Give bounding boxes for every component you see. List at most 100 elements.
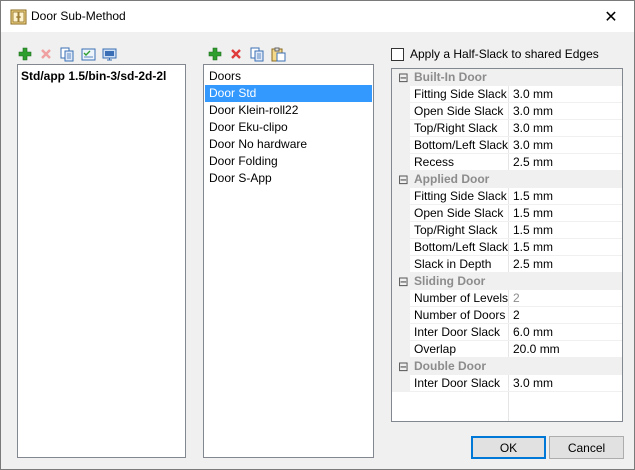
add-door-button[interactable] (207, 46, 223, 62)
property-name: Inter Door Slack (414, 376, 501, 390)
paste-icon (271, 47, 285, 61)
copy-icon (60, 47, 73, 61)
door-list-item[interactable]: Door Std (205, 85, 372, 102)
category-label: Double Door (414, 359, 486, 373)
grid-property-row[interactable]: Inter Door Slack 6.0 mm (392, 324, 622, 341)
half-slack-checkbox-row[interactable]: Apply a Half-Slack to shared Edges (391, 47, 599, 61)
grid-property-row[interactable]: Top/Right Slack 1.5 mm (392, 222, 622, 239)
property-value[interactable]: 3.0 mm (513, 103, 553, 120)
paste-door-button[interactable] (270, 46, 286, 62)
delete-method-button[interactable] (38, 46, 54, 62)
property-value[interactable]: 1.5 mm (513, 205, 553, 222)
grid-property-row[interactable]: Fitting Side Slack 3.0 mm (392, 86, 622, 103)
door-list-item[interactable]: Door Klein-roll22 (205, 102, 372, 119)
door-list-item[interactable]: Door Folding (205, 153, 372, 170)
property-name: Open Side Slack (414, 104, 504, 118)
grid-category: ⊟ Built-In Door (392, 69, 622, 86)
property-value[interactable]: 3.0 mm (513, 375, 553, 392)
collapse-icon[interactable]: ⊟ (398, 172, 409, 189)
door-sub-method-dialog: Door Sub-Method ✕ Std/app 1.5/bin-3/sd-2… (0, 0, 635, 470)
window-title: Door Sub-Method (31, 9, 126, 23)
door-list-item[interactable]: Door S-App (205, 170, 372, 187)
property-value[interactable]: 3.0 mm (513, 86, 553, 103)
add-method-button[interactable] (17, 46, 33, 62)
middle-toolbar (207, 46, 286, 62)
properties-icon (81, 48, 95, 60)
grid-property-row[interactable]: Top/Right Slack 3.0 mm (392, 120, 622, 137)
close-button[interactable]: ✕ (588, 1, 634, 32)
property-value[interactable]: 2.5 mm (513, 154, 553, 171)
delete-icon (41, 49, 51, 59)
property-name: Inter Door Slack (414, 325, 501, 339)
property-grid[interactable]: ⊟ Built-In Door Fitting Side Slack 3.0 mm Op… (391, 68, 623, 422)
property-value[interactable]: 3.0 mm (513, 137, 553, 154)
property-value[interactable]: 1.5 mm (513, 239, 553, 256)
property-name: Fitting Side Slack (414, 87, 507, 101)
grid-category: ⊟ Sliding Door (392, 273, 622, 290)
property-name: Number of Levels (414, 291, 509, 305)
grid-category: ⊟ Applied Door (392, 171, 622, 188)
property-value[interactable]: 6.0 mm (513, 324, 553, 341)
property-name: Recess (414, 155, 455, 169)
properties-button[interactable] (80, 46, 96, 62)
property-value[interactable]: 1.5 mm (513, 188, 553, 205)
property-name: Bottom/Left Slack (414, 240, 509, 254)
app-icon (10, 9, 27, 25)
collapse-icon[interactable]: ⊟ (398, 359, 409, 376)
property-value: 2 (513, 291, 520, 305)
property-value[interactable]: 2 (513, 307, 520, 324)
grid-property-row[interactable]: Number of Levels 2 (392, 290, 622, 307)
property-value[interactable]: 3.0 mm (513, 120, 553, 137)
grid-property-row[interactable]: Number of Doors 2 (392, 307, 622, 324)
close-icon: ✕ (604, 8, 618, 26)
left-toolbar (17, 46, 117, 62)
add-icon (208, 47, 222, 61)
grid-category: ⊟ Double Door (392, 358, 622, 375)
add-icon (18, 47, 32, 61)
property-name: Number of Doors (414, 308, 506, 322)
door-list-item[interactable]: Door Eku-clipo (205, 119, 372, 136)
category-label: Applied Door (414, 172, 490, 186)
half-slack-label: Apply a Half-Slack to shared Edges (410, 47, 599, 61)
grid-property-row[interactable]: Open Side Slack 3.0 mm (392, 103, 622, 120)
door-list-item[interactable]: Doors (205, 68, 372, 85)
monitor-button[interactable] (101, 46, 117, 62)
property-grid-rows: ⊟ Built-In Door Fitting Side Slack 3.0 mm Op… (392, 69, 622, 392)
collapse-icon[interactable]: ⊟ (398, 70, 409, 87)
grid-property-row[interactable]: Bottom/Left Slack 1.5 mm (392, 239, 622, 256)
property-name: Open Side Slack (414, 206, 504, 220)
half-slack-checkbox[interactable] (391, 47, 404, 61)
grid-property-row[interactable]: Recess 2.5 mm (392, 154, 622, 171)
grid-property-row[interactable]: Open Side Slack 1.5 mm (392, 205, 622, 222)
property-name: Top/Right Slack (414, 121, 498, 135)
ok-button[interactable]: OK (471, 436, 546, 459)
grid-property-row[interactable]: Bottom/Left Slack 3.0 mm (392, 137, 622, 154)
grid-property-row[interactable]: Fitting Side Slack 1.5 mm (392, 188, 622, 205)
property-name: Slack in Depth (414, 257, 492, 271)
collapse-icon[interactable]: ⊟ (398, 274, 409, 291)
copy-icon (250, 47, 263, 61)
grid-property-row[interactable]: Overlap 20.0 mm (392, 341, 622, 358)
copy-method-button[interactable] (59, 46, 75, 62)
property-value[interactable]: 2.5 mm (513, 256, 553, 273)
door-list[interactable]: Doors Door Std Door Klein-roll22 Door Eku-c… (203, 64, 374, 458)
door-items: Doors Door Std Door Klein-roll22 Door Eku-c… (205, 68, 372, 187)
property-name: Top/Right Slack (414, 223, 498, 237)
delete-icon (231, 49, 241, 59)
cancel-button[interactable]: Cancel (549, 436, 624, 459)
property-value[interactable]: 1.5 mm (513, 222, 553, 239)
category-label: Sliding Door (414, 274, 486, 288)
delete-door-button[interactable] (228, 46, 244, 62)
monitor-icon (102, 48, 116, 60)
grid-property-row[interactable]: Slack in Depth 2.5 mm (392, 256, 622, 273)
property-name: Overlap (414, 342, 457, 356)
property-value[interactable]: 20.0 mm (513, 341, 560, 358)
title-bar: Door Sub-Method ✕ (1, 1, 634, 32)
door-list-item[interactable]: Door No hardware (205, 136, 372, 153)
copy-door-button[interactable] (249, 46, 265, 62)
grid-property-row[interactable]: Inter Door Slack 3.0 mm (392, 375, 622, 392)
category-label: Built-In Door (414, 70, 487, 84)
method-list[interactable]: Std/app 1.5/bin-3/sd-2d-2l (17, 64, 186, 458)
method-item[interactable]: Std/app 1.5/bin-3/sd-2d-2l (21, 69, 166, 83)
property-name: Fitting Side Slack (414, 189, 507, 203)
